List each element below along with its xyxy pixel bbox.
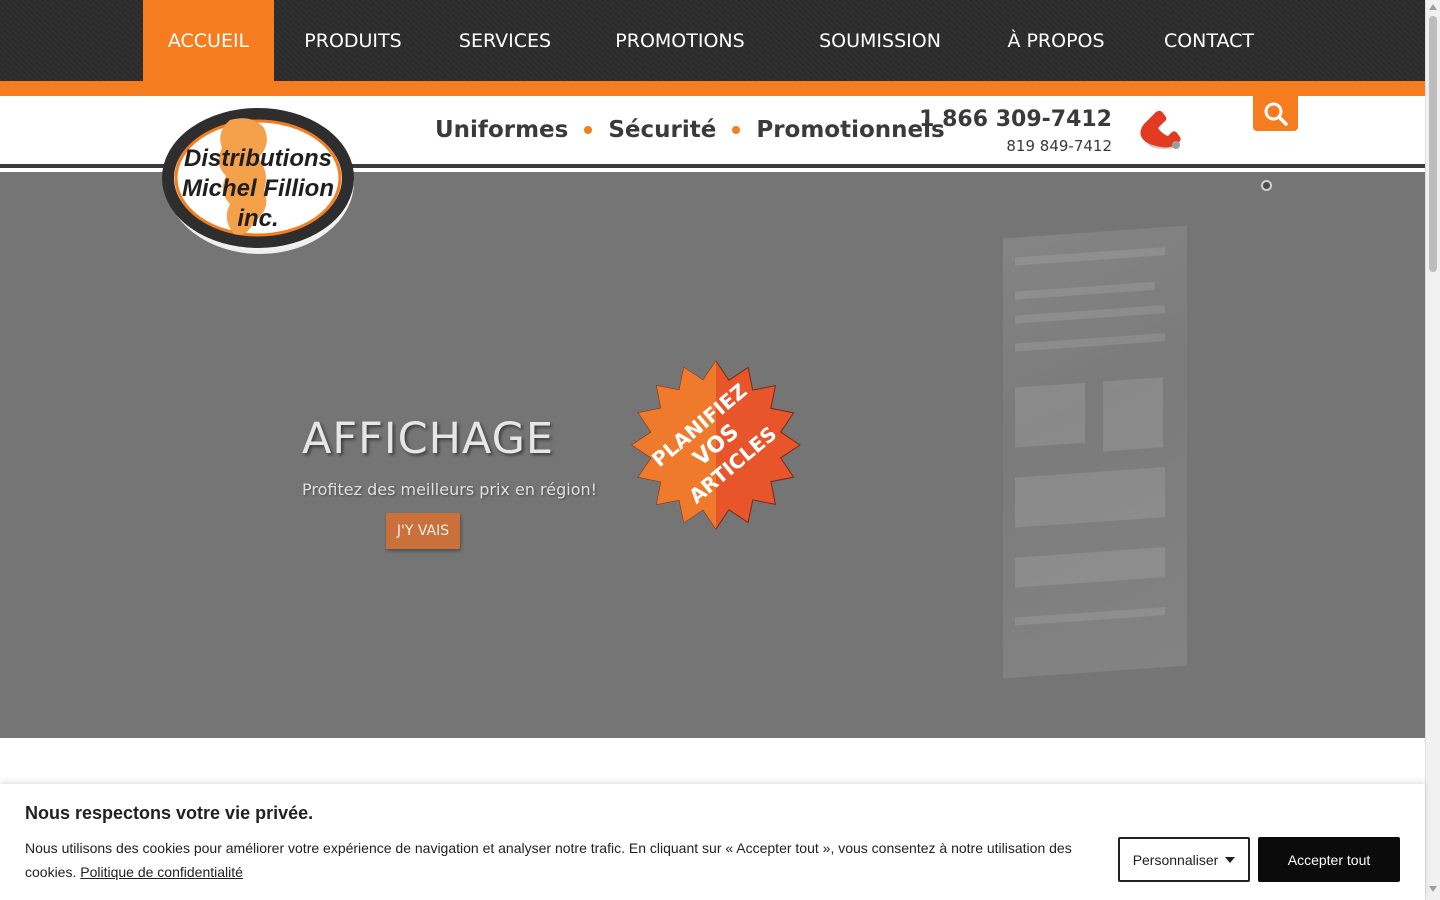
tagline: Uniformes Sécurité Promotionnels	[435, 114, 945, 146]
hero-cta-button[interactable]: J'Y VAIS	[386, 513, 460, 549]
nav-item-produits[interactable]: PRODUITS	[290, 0, 416, 81]
page-scrollbar[interactable]	[1425, 0, 1440, 900]
bullet-dot	[584, 126, 593, 134]
customize-button[interactable]: Personnaliser	[1118, 837, 1250, 882]
phone-secondary[interactable]: 819 849-7412	[1006, 137, 1112, 155]
company-logo[interactable]: Distributions Michel Fillion inc.	[160, 108, 360, 268]
accept-all-button[interactable]: Accepter tout	[1258, 837, 1400, 882]
nav-item-accueil[interactable]: ACCUEIL	[143, 0, 274, 81]
cookie-title: Nous respectons votre vie privée.	[25, 803, 314, 823]
cookie-text: Nous utilisons des cookies pour améliore…	[25, 836, 1095, 884]
nav-item-a-propos[interactable]: À PROPOS	[994, 0, 1118, 81]
accent-bar	[0, 81, 1425, 96]
slider-loader-icon	[1261, 180, 1272, 191]
logo-line-2: Michel Fillion	[182, 175, 334, 202]
tagline-securite[interactable]: Sécurité	[608, 117, 716, 143]
privacy-policy-link[interactable]: Politique de confidentialité	[80, 864, 243, 880]
search-button[interactable]	[1253, 96, 1298, 131]
top-navigation: ACCUEIL PRODUITS SERVICES PROMOTIONS SOU…	[0, 0, 1425, 81]
search-icon	[1264, 102, 1288, 126]
tagline-promotionnels[interactable]: Promotionnels	[756, 117, 944, 143]
chevron-down-icon	[1225, 856, 1236, 863]
phone-icon	[1140, 110, 1181, 149]
bullet-dot	[732, 126, 741, 134]
customize-label: Personnaliser	[1132, 851, 1219, 868]
nav-item-services[interactable]: SERVICES	[446, 0, 564, 81]
starburst-badge: PLANIFIEZ VOS ARTICLES	[631, 360, 801, 530]
phone-main[interactable]: 1 866 309-7412	[919, 107, 1112, 132]
nav-item-soumission[interactable]: SOUMISSION	[804, 0, 956, 81]
nav-item-promotions[interactable]: PROMOTIONS	[600, 0, 760, 81]
scroll-up-icon[interactable]	[1429, 4, 1437, 10]
logo-line-1: Distributions	[184, 145, 332, 172]
hero-subtitle: Profitez des meilleurs prix en région!	[302, 480, 598, 499]
scroll-thumb[interactable]	[1429, 16, 1437, 272]
flyer-image	[1003, 225, 1187, 679]
nav-item-contact[interactable]: CONTACT	[1150, 0, 1268, 81]
tagline-uniformes[interactable]: Uniformes	[435, 117, 568, 143]
scroll-down-icon[interactable]	[1429, 886, 1437, 892]
logo-line-3: inc.	[237, 205, 278, 232]
hero-title: AFFICHAGE	[302, 414, 555, 464]
